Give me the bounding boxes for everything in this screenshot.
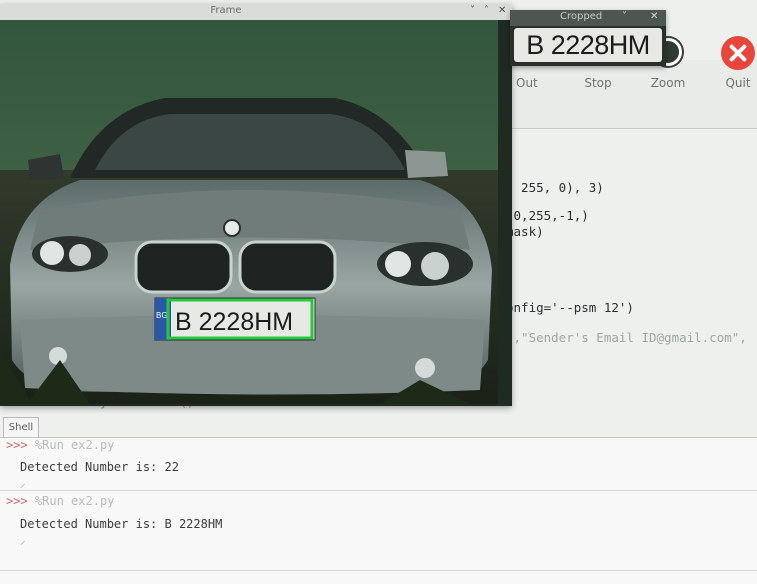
shell-command: %Run ex2.py — [34, 494, 115, 508]
cropped-plate-text: B 2228HM — [514, 28, 662, 62]
shell-prompt: >>> — [6, 438, 28, 452]
minimize-icon[interactable]: ˅ — [622, 11, 627, 22]
minimize-icon[interactable]: ˅ — [470, 5, 475, 16]
close-icon — [721, 36, 755, 70]
text-cursor-icon: ⸝ — [20, 534, 26, 547]
text-cursor-icon: ⸝ — [20, 477, 26, 490]
quit-label: Quit — [725, 76, 751, 90]
code-line: ","Sender's Email ID@gmail.com", — [506, 330, 747, 345]
shell-panel[interactable]: >>> %Run ex2.py Detected Number is: 22 ⸝… — [0, 437, 757, 584]
stop-label: Stop — [584, 76, 612, 90]
code-editor[interactable]: , 255, 0), 3) ,0,255,-1,) mask) ] onfig=… — [500, 128, 757, 398]
maximize-icon[interactable]: ˄ — [484, 5, 489, 16]
cropped-window[interactable]: Cropped ˅ ✕ B 2228HM — [510, 10, 666, 66]
window-title: Frame — [210, 5, 242, 16]
shell-command: %Run ex2.py — [34, 438, 115, 452]
close-icon[interactable]: ✕ — [650, 11, 658, 22]
plate-country-code: BG — [156, 311, 168, 320]
code-line: , 255, 0), 3) — [506, 180, 604, 195]
tab-shell[interactable]: Shell — [3, 417, 39, 438]
close-icon[interactable]: ✕ — [498, 5, 506, 16]
plate-text: B 2228HM — [175, 308, 293, 336]
frame-titlebar[interactable]: Frame ˅ ˄ ✕ — [0, 4, 512, 20]
cropped-titlebar[interactable]: Cropped ˅ ✕ — [510, 10, 666, 26]
stop-button[interactable]: Stop — [568, 60, 628, 128]
shell-prompt: >>> — [6, 494, 28, 508]
frame-window[interactable]: Frame ˅ ˄ ✕ BG B 2228HM — [0, 4, 512, 406]
code-line: ,0,255,-1,) — [506, 208, 589, 223]
window-title: Cropped — [560, 11, 603, 22]
shell-entry: >>> %Run ex2.py — [6, 438, 114, 452]
quit-button[interactable]: Quit — [708, 36, 757, 128]
divider — [0, 570, 757, 571]
zoom-label: Zoom — [650, 76, 686, 90]
zoom-button[interactable]: Zoom — [638, 38, 698, 128]
car-photo: BG B 2228HM — [0, 20, 498, 404]
shell-output: Detected Number is: 22 — [20, 460, 179, 474]
ide-toolbar: Out Stop Zoom Quit — [500, 36, 757, 129]
shell-entry: >>> %Run ex2.py — [6, 494, 114, 508]
shell-output: Detected Number is: B 2228HM — [20, 517, 223, 531]
divider — [0, 490, 757, 491]
code-line: onfig='--psm 12') — [506, 300, 634, 315]
